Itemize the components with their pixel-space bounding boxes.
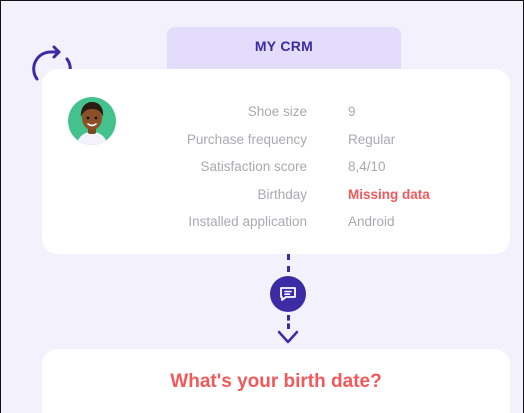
field-label: Satisfaction score <box>200 159 307 175</box>
field-value: Android <box>348 214 395 230</box>
profile-row-birthday: Birthday Missing data <box>120 181 510 209</box>
field-value: Regular <box>348 131 396 147</box>
profile-row-shoe-size: Shoe size 9 <box>120 98 510 126</box>
connector-line-bottom <box>287 315 290 329</box>
profile-row-satisfaction-score: Satisfaction score 8,4/10 <box>120 153 510 181</box>
field-label: Shoe size <box>247 104 307 120</box>
field-label: Installed application <box>188 214 307 230</box>
field-label: Birthday <box>257 186 307 202</box>
missing-data-value: Missing data <box>348 186 430 202</box>
person-icon <box>77 102 107 145</box>
chat-message-icon <box>270 276 306 312</box>
crm-tab-title: MY CRM <box>254 38 314 54</box>
message-glyph-icon <box>280 287 296 301</box>
connector-line-top <box>287 254 290 272</box>
user-avatar <box>68 97 116 145</box>
profile-row-installed-application: Installed application Android <box>120 208 510 236</box>
field-value: 9 <box>348 104 356 120</box>
profile-row-purchase-frequency: Purchase frequency Regular <box>120 126 510 154</box>
arrow-down-icon <box>277 330 299 344</box>
field-value: 8,4/10 <box>348 159 386 175</box>
profile-fields: Shoe size 9 Purchase frequency Regular S… <box>120 98 510 236</box>
crm-tab: MY CRM <box>167 27 401 75</box>
field-label: Purchase frequency <box>186 131 307 147</box>
question-card: What's your birth date? <box>42 349 510 413</box>
question-text: What's your birth date? <box>170 371 382 392</box>
